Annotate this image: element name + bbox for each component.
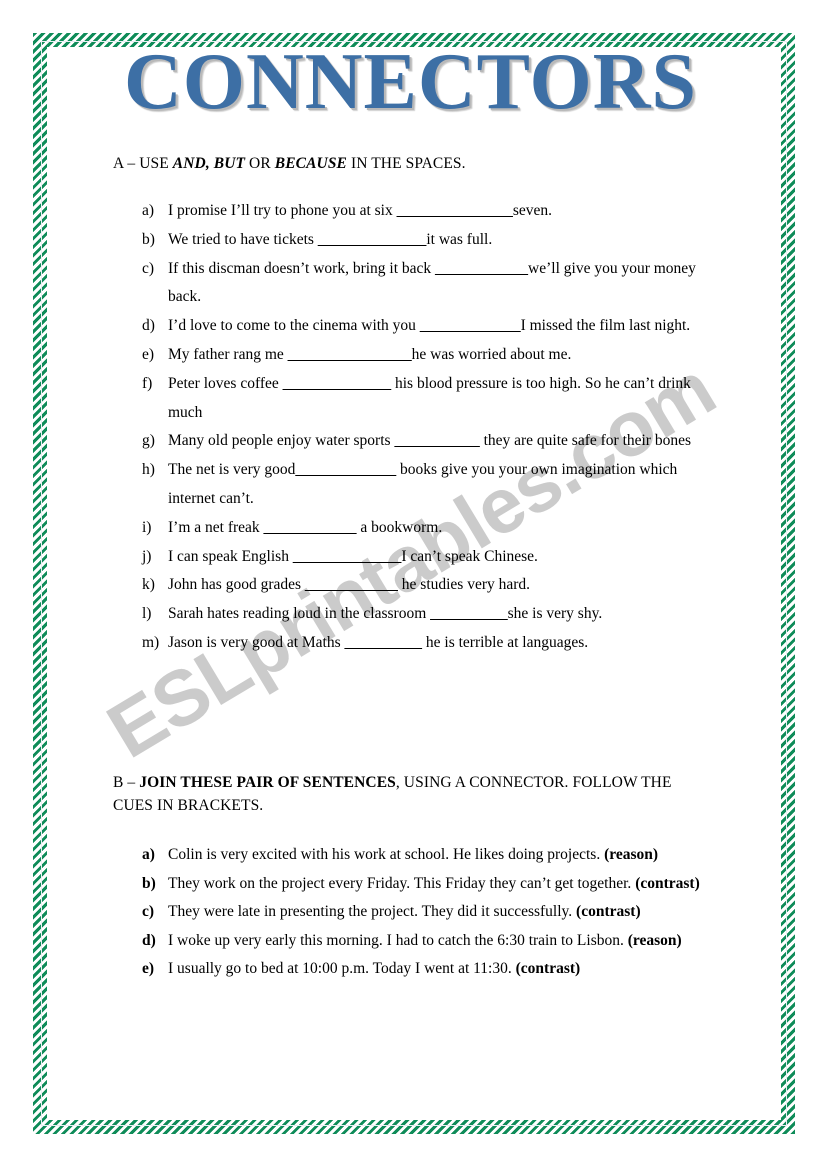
- sentence-text-after-blank: he was worried about me.: [411, 345, 572, 363]
- list-item: a) I promise I’ll try to phone you at six…: [142, 197, 720, 226]
- section-b-exercise-list: a) Colin is very excited with his work at…: [142, 841, 720, 984]
- sentence-text-before-blank: Jason is very good at Maths: [168, 633, 345, 651]
- list-item-marker: h): [142, 461, 155, 479]
- connector-cue: (contrast): [576, 903, 641, 920]
- answer-blank[interactable]: __________: [430, 605, 508, 622]
- section-b-heading: B – JOIN THESE PAIR OF SENTENCES, USING …: [113, 771, 713, 818]
- list-item: i) I’m a net freak ____________ a bookwor…: [142, 514, 720, 543]
- answer-blank[interactable]: __________: [345, 634, 423, 651]
- connector-cue: (contrast): [515, 960, 581, 977]
- sentence-text-before-blank: I can speak English: [168, 547, 293, 565]
- list-item-marker: i): [142, 518, 152, 536]
- sentence-text-after-blank: it was full.: [426, 230, 493, 248]
- sentence-text-before-blank: Many old people enjoy water sports: [168, 432, 395, 450]
- list-item: b) They work on the project every Friday.…: [142, 870, 720, 899]
- sentence-text-after-blank: they are quite safe for their bones: [479, 432, 692, 450]
- answer-blank[interactable]: ______________: [283, 375, 392, 392]
- sentence-text-before-blank: If this discman doesn’t work, bring it b…: [168, 259, 436, 277]
- connector-cue: (reason): [604, 846, 659, 863]
- list-item-marker: g): [142, 432, 155, 450]
- sentence-text-after-blank: I can’t speak Chinese.: [401, 547, 538, 565]
- list-item-marker: b): [142, 230, 155, 248]
- answer-blank[interactable]: ________________: [288, 346, 412, 363]
- list-item: g) Many old people enjoy water sports ___…: [142, 427, 720, 456]
- answer-blank[interactable]: ____________: [264, 519, 357, 536]
- sentence-text-after-blank: a bookworm.: [356, 518, 443, 536]
- list-item-marker: a): [142, 202, 155, 219]
- list-item: d) I woke up very early this morning. I h…: [142, 927, 720, 956]
- section-a-heading-suffix: IN THE SPACES.: [346, 155, 466, 172]
- list-item: j) I can speak English ______________I ca…: [142, 543, 720, 572]
- list-item: e) I usually go to bed at 10:00 p.m. Toda…: [142, 955, 720, 984]
- section-b-heading-prefix: B –: [113, 774, 140, 791]
- list-item: c) They were late in presenting the proje…: [142, 898, 720, 927]
- worksheet-content: A – USE AND, BUT OR BECAUSE IN THE SPACE…: [0, 0, 821, 1169]
- sentence-text-before-blank: Sarah hates reading loud in the classroo…: [168, 605, 431, 623]
- sentence-text-after-blank: she is very shy.: [507, 605, 603, 623]
- answer-blank[interactable]: _______________: [397, 202, 513, 219]
- list-item: e) My father rang me ________________he w…: [142, 341, 720, 370]
- sentence-pair-text: I usually go to bed at 10:00 p.m. Today …: [168, 960, 516, 977]
- list-item-marker: l): [142, 605, 152, 623]
- list-item-marker: c): [142, 903, 155, 920]
- sentence-pair-text: They work on the project every Friday. T…: [168, 874, 636, 892]
- section-a-heading-middle: OR: [245, 155, 275, 172]
- list-item-marker: a): [142, 846, 155, 863]
- connector-cue: (contrast): [635, 874, 700, 892]
- answer-blank[interactable]: ____________: [435, 260, 528, 277]
- list-item-marker: m): [142, 633, 160, 651]
- sentence-text-before-blank: Peter loves coffee: [168, 374, 283, 392]
- list-item: f) Peter loves coffee ______________ his …: [142, 370, 720, 428]
- sentence-text-after-blank: he is terrible at languages.: [422, 633, 589, 651]
- list-item: m) Jason is very good at Maths __________…: [142, 629, 720, 658]
- list-item: a) Colin is very excited with his work at…: [142, 841, 720, 870]
- connector-cue: (reason): [627, 931, 682, 949]
- list-item-marker: d): [142, 931, 156, 949]
- list-item: l) Sarah hates reading loud in the classr…: [142, 600, 720, 629]
- section-a-heading-connector-1: AND, BUT: [172, 155, 246, 172]
- answer-blank[interactable]: ______________: [293, 548, 402, 565]
- list-item-marker: f): [142, 374, 153, 392]
- sentence-text-before-blank: John has good grades: [168, 576, 305, 594]
- section-a-heading-connector-2: BECAUSE: [274, 155, 347, 172]
- list-item-marker: c): [142, 259, 155, 277]
- worksheet-page: ESLprintables.com CONNECTORS A – USE AND…: [0, 0, 821, 1169]
- list-item-marker: e): [142, 960, 155, 977]
- sentence-text-before-blank: My father rang me: [168, 345, 288, 363]
- sentence-text-before-blank: The net is very good: [168, 461, 296, 479]
- sentence-pair-text: Colin is very excited with his work at s…: [168, 846, 605, 863]
- section-b-heading-bold: JOIN THESE PAIR OF SENTENCES: [139, 774, 396, 791]
- section-a-heading: A – USE AND, BUT OR BECAUSE IN THE SPACE…: [113, 152, 733, 175]
- sentence-text-after-blank: I missed the film last night.: [520, 317, 691, 335]
- list-item: c) If this discman doesn’t work, bring it…: [142, 255, 720, 313]
- list-item-marker: j): [142, 547, 152, 565]
- list-item-marker: e): [142, 345, 155, 363]
- list-item: d) I’d love to come to the cinema with yo…: [142, 312, 720, 341]
- sentence-text-before-blank: I promise I’ll try to phone you at six: [168, 202, 397, 219]
- list-item: k) John has good grades ____________ he s…: [142, 571, 720, 600]
- answer-blank[interactable]: ______________: [318, 231, 427, 248]
- sentence-text-before-blank: I’m a net freak: [168, 518, 264, 536]
- list-item: h) The net is very good_____________ book…: [142, 456, 720, 514]
- answer-blank[interactable]: _____________: [295, 461, 396, 478]
- list-item-marker: k): [142, 576, 155, 594]
- sentence-text-after-blank: seven.: [512, 202, 553, 219]
- list-item: b) We tried to have tickets _____________…: [142, 226, 720, 255]
- sentence-text-before-blank: I’d love to come to the cinema with you: [168, 317, 420, 335]
- sentence-text-before-blank: We tried to have tickets: [168, 230, 318, 248]
- sentence-pair-text: They were late in presenting the project…: [168, 903, 577, 920]
- list-item-marker: d): [142, 317, 155, 335]
- section-a-exercise-list: a) I promise I’ll try to phone you at six…: [142, 197, 720, 658]
- sentence-text-after-blank: he studies very hard.: [397, 576, 531, 594]
- answer-blank[interactable]: ___________: [394, 432, 479, 449]
- answer-blank[interactable]: _____________: [420, 317, 521, 334]
- section-a-heading-prefix: A – USE: [113, 155, 173, 172]
- answer-blank[interactable]: ____________: [305, 576, 398, 593]
- list-item-marker: b): [142, 874, 156, 892]
- sentence-pair-text: I woke up very early this morning. I had…: [168, 931, 628, 949]
